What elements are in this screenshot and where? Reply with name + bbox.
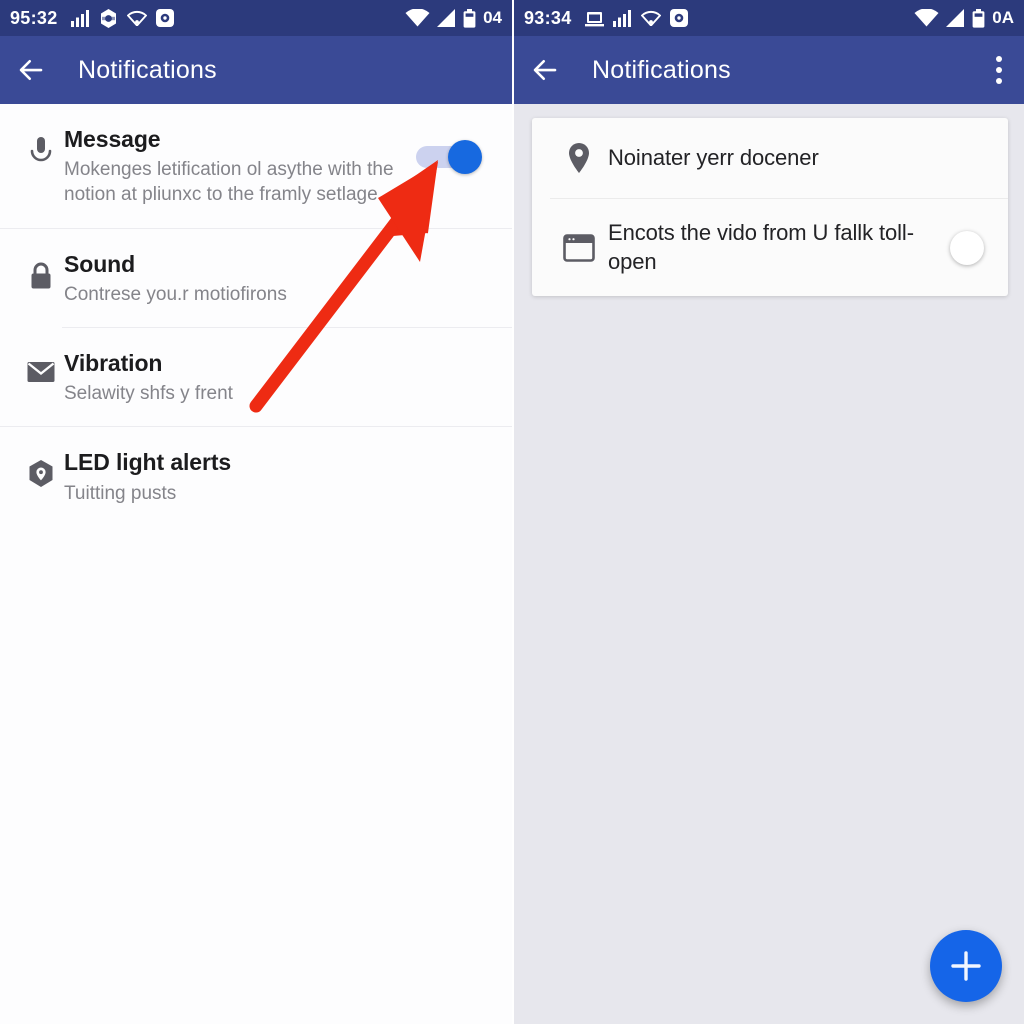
settings-row-vibration[interactable]: Vibration Selawity shfs y frent (0, 328, 512, 426)
notification-card: Noinater yerr docener Encots the vido fr… (532, 118, 1008, 297)
settings-row-subtitle: Tuitting pusts (64, 482, 177, 504)
plus-icon (951, 951, 981, 981)
page-title: Notifications (592, 55, 731, 84)
card-row-text: Noinater yerr docener (608, 144, 819, 170)
camera-icon (155, 9, 174, 27)
screenshot-stage: 95:32 04 Notifications Message Mokenges … (0, 0, 1024, 1024)
wifi-filled-icon (914, 9, 939, 27)
status-bar-left-group: 95:32 (10, 8, 174, 29)
back-arrow-icon[interactable] (530, 55, 560, 85)
settings-row-text: Vibration Selawity shfs y frent (64, 350, 494, 406)
right-status-bar: 93:34 0A (514, 0, 1024, 36)
signal-triangle-icon (437, 9, 456, 27)
settings-row-message[interactable]: Message Mokenges letification ol asythe … (0, 104, 512, 228)
settings-row-text: LED light alerts Tuitting pusts (64, 449, 494, 505)
wifi-icon (640, 11, 661, 26)
left-app-bar: Notifications (0, 36, 512, 104)
sync-icon (100, 8, 116, 28)
status-clock: 95:32 (10, 7, 58, 28)
settings-row-text: Sound Contrese you.r motiofirons (64, 251, 494, 307)
card-row-text: Encots the vido from U fallk toll-open (608, 220, 914, 274)
status-clock: 93:34 (524, 7, 572, 28)
left-status-bar: 95:32 04 (0, 0, 512, 36)
message-toggle[interactable] (416, 140, 482, 174)
monitor-icon (584, 11, 604, 26)
signal-triangle-icon (946, 9, 965, 27)
battery-level-text: 04 (483, 8, 502, 27)
card-row-window[interactable]: Encots the vido from U fallk toll-open (532, 199, 1008, 296)
lock-icon (18, 251, 64, 291)
battery-icon (972, 8, 985, 28)
window-icon (550, 233, 608, 263)
overflow-dot (996, 78, 1002, 84)
camera-icon (669, 9, 688, 27)
status-bar-right-group: 0A (914, 8, 1014, 28)
settings-row-led-light-alerts[interactable]: LED light alerts Tuitting pusts (0, 427, 512, 525)
status-bar-left-group: 93:34 (524, 8, 688, 29)
settings-row-title: Sound (64, 250, 136, 277)
status-bar-right-group: 04 (405, 8, 502, 28)
signal-bars-icon (70, 9, 89, 27)
location-pin-hex-icon (18, 449, 64, 489)
notification-settings-list: Message Mokenges letification ol asythe … (0, 104, 512, 526)
settings-row-title: Vibration (64, 350, 163, 377)
left-phone-panel: 95:32 04 Notifications Message Mokenges … (0, 0, 512, 1024)
settings-row-subtitle: Contrese you.r motiofirons (64, 283, 287, 305)
settings-row-subtitle: Mokenges letification ol asythe with the… (64, 159, 394, 206)
wifi-icon (126, 11, 147, 26)
settings-row-subtitle: Selawity shfs y frent (64, 383, 233, 405)
overflow-dot (996, 56, 1002, 62)
battery-level-text: 0A (992, 8, 1014, 27)
location-pin-icon (550, 142, 608, 174)
signal-bars-icon (612, 9, 631, 27)
right-app-bar: Notifications (514, 36, 1024, 104)
wifi-filled-icon (405, 9, 430, 27)
settings-row-sound[interactable]: Sound Contrese you.r motiofirons (0, 229, 512, 327)
settings-row-title: LED light alerts (64, 449, 232, 476)
page-title: Notifications (78, 55, 217, 84)
microphone-icon (18, 126, 64, 168)
envelope-icon (18, 350, 64, 384)
card-row-toggle-off[interactable] (950, 230, 984, 265)
overflow-menu-icon[interactable] (996, 56, 1002, 84)
toggle-thumb (448, 140, 482, 174)
battery-icon (463, 8, 476, 28)
overflow-dot (996, 67, 1002, 73)
right-phone-panel: 93:34 0A Notifications Noinater yerr doc… (512, 0, 1024, 1024)
card-row-location[interactable]: Noinater yerr docener (532, 118, 1008, 198)
back-arrow-icon[interactable] (16, 55, 46, 85)
add-fab-button[interactable] (930, 930, 1002, 1002)
